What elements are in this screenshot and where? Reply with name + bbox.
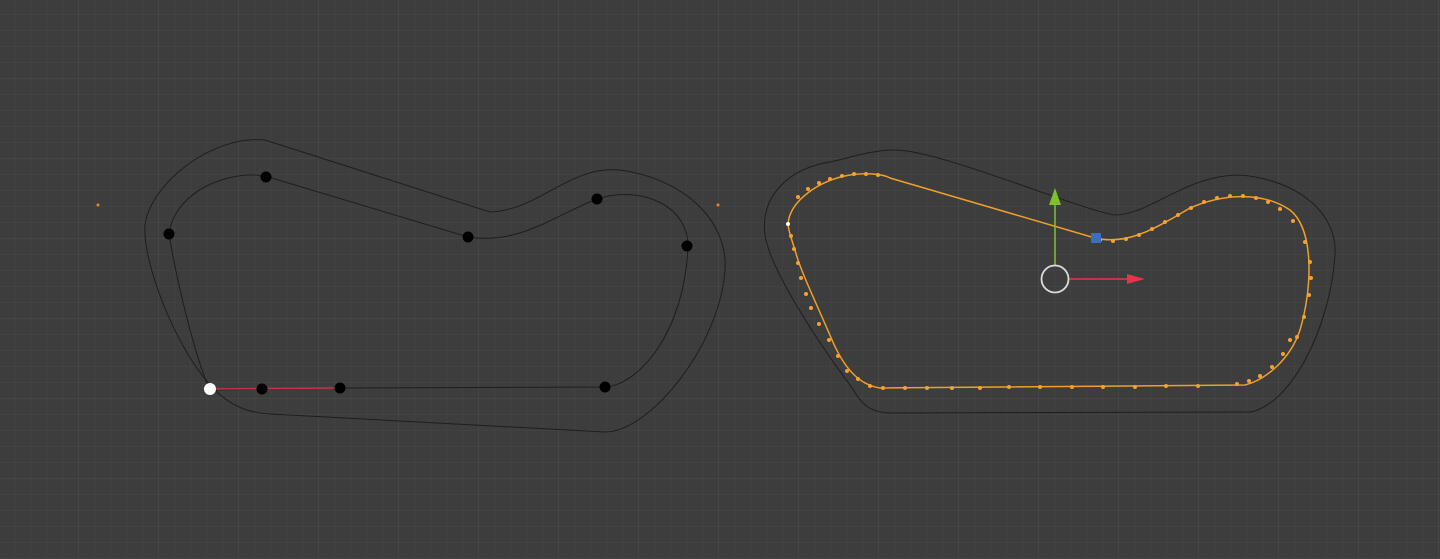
control-point[interactable]	[256, 383, 268, 395]
control-point[interactable]	[681, 240, 693, 252]
curve-right-start-point[interactable]	[786, 222, 790, 226]
origin-dot-middle	[716, 203, 720, 207]
control-point[interactable]	[334, 382, 346, 394]
control-point[interactable]	[591, 193, 603, 205]
grid-major	[0, 0, 1440, 559]
gizmo-xy-plane-handle[interactable]	[1091, 233, 1101, 243]
control-point[interactable]	[599, 381, 611, 393]
3d-viewport[interactable]	[0, 0, 1440, 559]
active-control-point[interactable]	[204, 383, 216, 395]
active-edge	[209, 387, 341, 390]
control-point[interactable]	[462, 231, 474, 243]
control-point[interactable]	[260, 171, 272, 183]
control-point[interactable]	[163, 228, 175, 240]
origin-dot-left	[96, 203, 100, 207]
